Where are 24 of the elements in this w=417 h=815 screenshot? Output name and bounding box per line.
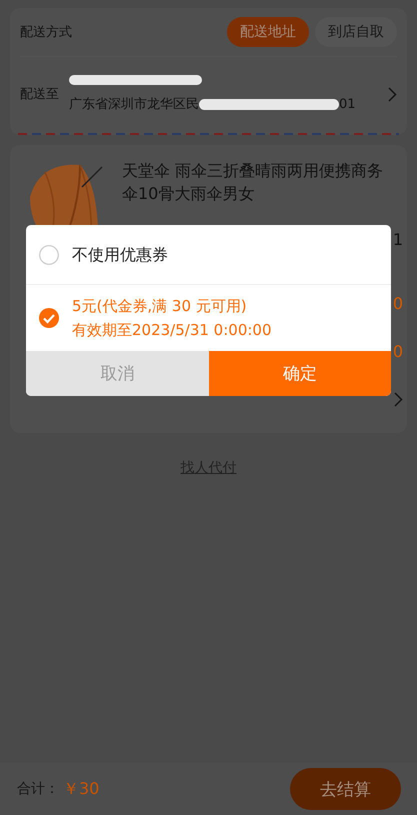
chevron-icon[interactable] — [388, 86, 397, 102]
field-label: 配送至 — [20, 86, 59, 103]
summary-value: 0 — [392, 294, 403, 312]
coupon-option[interactable]: 不使用优惠券 — [26, 225, 391, 285]
delivery-option[interactable]: 配送地址 — [227, 17, 309, 47]
checked-radio-icon[interactable] — [39, 308, 59, 328]
confirm-button[interactable]: 确定 — [208, 351, 391, 396]
radio-button[interactable] — [39, 244, 59, 264]
delivery-option[interactable]: 到店自取 — [315, 17, 397, 47]
summary-value: 0 — [392, 342, 403, 360]
field-label: 配送方式 — [20, 24, 72, 41]
total-amount: ￥30 — [63, 778, 100, 800]
total-label: 合计： — [17, 780, 59, 798]
coupon-text: 5元(代金券,满 30 元可用) — [72, 296, 248, 316]
coupon-text: 有效期至2023/5/31 0:00:00 — [72, 320, 272, 340]
coupon-option[interactable]: 5元(代金券,满 30 元可用) 有效期至2023/5/31 0:00:00 — [26, 285, 391, 351]
coupon-text: 不使用优惠券 — [72, 244, 168, 265]
cancel-button[interactable]: 取消 — [26, 351, 208, 396]
product-price: 1 — [392, 230, 403, 249]
checkout-button[interactable]: 去结算 — [290, 768, 401, 810]
chevron-icon[interactable] — [394, 392, 403, 406]
product-title: 天堂伞 雨伞三折叠晴雨两用便携商务伞10骨大雨伞男女 — [122, 160, 384, 205]
address-text: 广东省深圳市龙华区民 — [69, 96, 199, 113]
address-text: 01 — [339, 96, 356, 112]
